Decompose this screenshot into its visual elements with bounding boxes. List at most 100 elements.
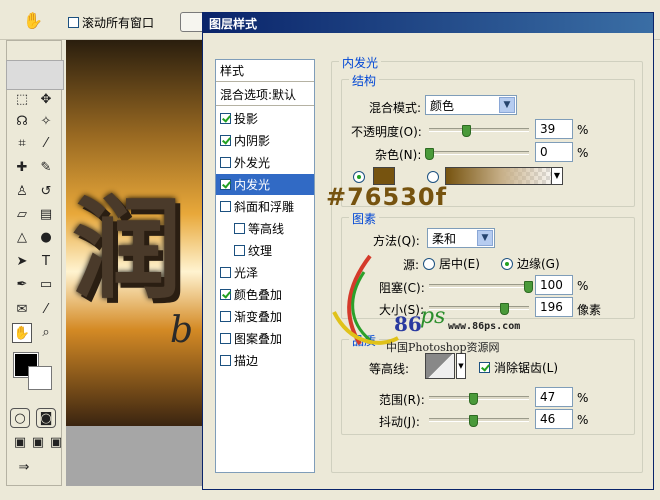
style-item-7[interactable]: 光泽	[216, 262, 314, 284]
dodge-tool-icon[interactable]: ●	[36, 228, 56, 248]
slice-tool-icon[interactable]: ⁄	[36, 134, 56, 154]
style-item-4[interactable]: 斜面和浮雕	[216, 196, 314, 218]
contour-thumbnail[interactable]	[425, 353, 455, 379]
antialias-label: 消除锯齿(L)	[494, 361, 559, 375]
style-item-label: 内阴影	[234, 134, 271, 148]
style-item-checkbox[interactable]	[234, 245, 245, 256]
noise-input[interactable]: 0	[535, 142, 573, 162]
style-item-3[interactable]: 内发光	[216, 174, 314, 196]
jitter-slider[interactable]	[429, 418, 529, 422]
healing-brush-tool-icon[interactable]: ✚	[12, 158, 32, 178]
glow-gradient-swatch[interactable]	[445, 167, 559, 185]
style-item-checkbox[interactable]	[220, 267, 231, 278]
blend-options-item[interactable]: 混合选项:默认	[216, 84, 314, 106]
source-edge-option[interactable]: 边缘(G)	[501, 255, 560, 272]
scroll-all-windows-option[interactable]: 滚动所有窗口	[68, 14, 154, 31]
standard-mode-icon[interactable]: ○	[10, 408, 30, 428]
document-canvas[interactable]: 润 b	[66, 40, 206, 426]
range-input[interactable]: 47	[535, 387, 573, 407]
style-item-0[interactable]: 投影	[216, 108, 314, 130]
style-item-checkbox[interactable]	[220, 333, 231, 344]
style-item-checkbox[interactable]	[220, 135, 231, 146]
style-item-1[interactable]: 内阴影	[216, 130, 314, 152]
style-item-checkbox[interactable]	[220, 113, 231, 124]
hand-tool-button-icon[interactable]: ✋	[12, 323, 32, 343]
style-item-5[interactable]: 等高线	[216, 218, 314, 240]
opacity-slider[interactable]	[429, 128, 529, 132]
source-edge-radio[interactable]	[501, 257, 513, 270]
background-color-swatch[interactable]	[28, 366, 52, 390]
hand-tool-icon[interactable]: ✋	[22, 10, 44, 32]
notes-tool-icon[interactable]: ✉	[12, 300, 32, 320]
noise-slider-thumb[interactable]	[425, 148, 434, 160]
styles-header-label: 样式	[220, 64, 245, 78]
path-select-tool-icon[interactable]: ➤	[12, 252, 32, 272]
style-item-label: 外发光	[234, 156, 271, 170]
style-item-checkbox[interactable]	[220, 311, 231, 322]
style-item-8[interactable]: 颜色叠加	[216, 284, 314, 306]
eyedropper-tool-icon[interactable]: ⁄	[36, 300, 56, 320]
blend-mode-select[interactable]: 颜色 ▼	[425, 95, 517, 115]
pen-tool-icon[interactable]: ✒	[12, 275, 32, 295]
jump-to-imageready-icon[interactable]: ⇒	[14, 458, 34, 478]
style-item-11[interactable]: 描边	[216, 350, 314, 372]
gradient-tool-icon[interactable]: ▤	[36, 205, 56, 225]
eraser-tool-icon[interactable]: ▱	[12, 205, 32, 225]
gradient-dropdown-icon[interactable]: ▼	[551, 167, 563, 185]
lasso-tool-icon[interactable]: ☊	[12, 112, 32, 132]
choke-slider-thumb[interactable]	[524, 281, 533, 293]
screen-mode-full-icon[interactable]: ▣	[46, 433, 66, 453]
canvas-b-text: b	[170, 310, 194, 351]
range-slider-thumb[interactable]	[469, 393, 478, 405]
opacity-input[interactable]: 39	[535, 119, 573, 139]
jitter-input[interactable]: 46	[535, 409, 573, 429]
style-item-checkbox[interactable]	[220, 201, 231, 212]
antialias-option[interactable]: 消除锯齿(L)	[479, 359, 558, 376]
blend-mode-label: 混合模式:	[369, 101, 422, 115]
style-item-checkbox[interactable]	[220, 179, 231, 190]
styles-header[interactable]: 样式	[216, 60, 314, 82]
quick-mask-mode-icon[interactable]: ◙	[36, 408, 56, 428]
size-unit: 像素	[577, 303, 602, 317]
blur-tool-icon[interactable]: △	[12, 228, 32, 248]
type-tool-icon[interactable]: T	[36, 252, 56, 272]
brush-tool-icon[interactable]: ✎	[36, 158, 56, 178]
magic-wand-tool-icon[interactable]: ✧	[36, 112, 56, 132]
clone-stamp-tool-icon[interactable]: ♙	[12, 182, 32, 202]
style-item-10[interactable]: 图案叠加	[216, 328, 314, 350]
style-item-2[interactable]: 外发光	[216, 152, 314, 174]
move-tool-icon[interactable]: ✥	[36, 90, 56, 110]
gradient-radio[interactable]	[427, 169, 439, 183]
opacity-slider-thumb[interactable]	[462, 125, 471, 137]
jitter-slider-thumb[interactable]	[469, 415, 478, 427]
marquee-tool-icon[interactable]: ⬚	[12, 90, 32, 110]
style-item-checkbox[interactable]	[234, 223, 245, 234]
solid-color-radio[interactable]	[353, 169, 365, 183]
style-item-6[interactable]: 纹理	[216, 240, 314, 262]
range-slider[interactable]	[429, 396, 529, 400]
antialias-checkbox[interactable]	[479, 362, 490, 373]
history-brush-tool-icon[interactable]: ↺	[36, 182, 56, 202]
shape-tool-icon[interactable]: ▭	[36, 275, 56, 295]
style-item-checkbox[interactable]	[220, 289, 231, 300]
size-slider-thumb[interactable]	[500, 303, 509, 315]
source-center-radio[interactable]	[423, 257, 435, 270]
screen-mode-standard-icon[interactable]: ▣	[10, 433, 30, 453]
canvas-pasteboard	[66, 426, 206, 486]
crop-tool-icon[interactable]: ⌗	[12, 134, 32, 154]
zoom-tool-icon[interactable]: ⌕	[36, 323, 56, 343]
screen-mode-menubar-icon[interactable]: ▣	[28, 433, 48, 453]
source-center-option[interactable]: 居中(E)	[423, 255, 480, 272]
choke-slider[interactable]	[429, 284, 529, 288]
style-item-label: 图案叠加	[234, 332, 283, 346]
contour-dropdown-icon[interactable]: ▼	[456, 353, 466, 379]
scroll-all-windows-checkbox[interactable]	[68, 17, 79, 28]
noise-slider[interactable]	[429, 151, 529, 155]
size-input[interactable]: 196	[535, 297, 573, 317]
choke-input[interactable]: 100	[535, 275, 573, 295]
style-item-checkbox[interactable]	[220, 157, 231, 168]
method-select[interactable]: 柔和 ▼	[427, 228, 495, 248]
opacity-label: 不透明度(O):	[351, 125, 422, 139]
style-item-checkbox[interactable]	[220, 355, 231, 366]
style-item-9[interactable]: 渐变叠加	[216, 306, 314, 328]
